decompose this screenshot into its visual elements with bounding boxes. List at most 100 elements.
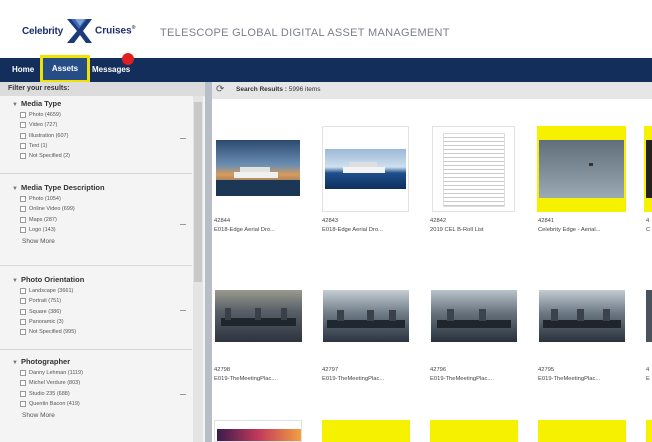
checkbox[interactable] [20, 196, 26, 203]
asset-name: E018-Edge Aerial Dro... [322, 227, 383, 233]
logo-text-left: Celebrity [22, 25, 63, 37]
asset-name: 2019 CEL B-Roll List [430, 227, 484, 233]
filter-option[interactable]: Michel Verdure (803) [0, 378, 192, 388]
filter-option[interactable]: Photo (1054) [0, 194, 192, 204]
meeting-room-image [327, 310, 405, 328]
caret-down-icon: ▼ [12, 360, 18, 366]
asset-thumbnail[interactable] [431, 290, 517, 342]
checkbox[interactable] [20, 227, 26, 234]
checkbox[interactable] [20, 153, 26, 160]
asset-id: 4 [646, 367, 650, 373]
checkbox[interactable] [20, 329, 26, 336]
refresh-icon[interactable]: ⟳ [216, 84, 224, 95]
filter-option[interactable]: Maps (287) [0, 215, 192, 225]
filter-option[interactable]: Online Video (699) [0, 204, 192, 214]
nav-home[interactable]: Home [12, 58, 34, 82]
asset-thumbnail[interactable] [216, 140, 300, 196]
filter-group-media-type-description: ▼ Media Type Description Photo (1054) Onl… [0, 182, 192, 266]
asset-name: E019-TheMeetingPlac... [322, 376, 385, 382]
filter-option[interactable]: Studio 235 (688) [0, 389, 192, 399]
celebrity-cruises-logo[interactable]: Celebrity Cruises® [22, 18, 135, 44]
document-preview [443, 133, 505, 207]
checkbox[interactable] [20, 370, 26, 377]
show-more-link[interactable]: Show More [0, 238, 192, 245]
logo-x-icon [67, 19, 92, 43]
asset-thumbnail[interactable] [646, 420, 652, 442]
caret-down-icon: ▼ [12, 102, 18, 108]
show-more-link[interactable]: Show More [0, 412, 192, 419]
collapse-icon[interactable] [180, 310, 186, 311]
filter-sidebar: Filter your results: ▼ Media Type Photo (… [0, 82, 205, 442]
nav-assets[interactable]: Assets [40, 55, 90, 83]
asset-thumbnail[interactable] [215, 290, 302, 342]
filter-group-title[interactable]: ▼ Media Type Description [0, 182, 192, 194]
filter-option[interactable]: Panoramic (3) [0, 317, 192, 327]
filter-option[interactable]: Landscape (3661) [0, 286, 192, 296]
asset-thumbnail[interactable] [214, 420, 302, 442]
meeting-room-image [437, 309, 511, 328]
filter-option[interactable]: Portrait (751) [0, 296, 192, 306]
panel-divider[interactable] [205, 82, 212, 442]
asset-thumbnail[interactable] [323, 290, 409, 342]
asset-thumbnail[interactable] [646, 290, 652, 342]
checkbox[interactable] [20, 390, 26, 397]
checkbox[interactable] [20, 319, 26, 326]
asset-thumbnail[interactable] [430, 420, 518, 442]
filter-option[interactable]: Not Specified (995) [0, 327, 192, 337]
filter-option[interactable]: Quentin Bacon (419) [0, 399, 192, 409]
event-image [217, 429, 301, 441]
filter-group-title[interactable]: ▼ Photographer [0, 356, 192, 368]
filter-option[interactable]: Video (727) [0, 120, 192, 130]
filter-group-title[interactable]: ▼ Media Type [0, 98, 192, 110]
checkbox[interactable] [20, 380, 26, 387]
asset-id: 42841 [538, 218, 555, 224]
filter-group-media-type: ▼ Media Type Photo (4659) Video (727) Ill… [0, 98, 192, 174]
meeting-room-image [543, 309, 621, 328]
checkbox[interactable] [20, 288, 26, 295]
filter-option[interactable]: Photo (4659) [0, 110, 192, 120]
filter-option[interactable]: Illustration (607) [0, 131, 192, 141]
asset-thumbnail[interactable] [538, 420, 626, 442]
app-header: Celebrity Cruises® TELESCOPE GLOBAL DIGI… [0, 0, 652, 58]
collapse-icon[interactable] [180, 394, 186, 395]
asset-id: 4 [646, 218, 650, 224]
filter-option[interactable]: Square (386) [0, 307, 192, 317]
checkbox[interactable] [20, 401, 26, 408]
filter-group-photo-orientation: ▼ Photo Orientation Landscape (3661) Port… [0, 274, 192, 350]
filter-option[interactable]: Danny Lehman (1119) [0, 368, 192, 378]
logo-text-right: Cruises® [95, 25, 136, 37]
asset-thumbnail[interactable] [539, 290, 625, 342]
checkbox[interactable] [20, 143, 26, 150]
asset-name: Celebrity Edge - Aerial... [538, 227, 601, 233]
filter-option[interactable]: Logo (143) [0, 225, 192, 235]
asset-id: 42842 [430, 218, 447, 224]
checkbox[interactable] [20, 308, 26, 315]
checkbox[interactable] [20, 298, 26, 305]
filter-group-photographer: ▼ Photographer Danny Lehman (1119) Michel… [0, 356, 192, 442]
asset-id: 42843 [322, 218, 339, 224]
asset-thumbnail[interactable] [432, 126, 515, 212]
sidebar-scrollbar[interactable] [193, 96, 203, 442]
checkbox[interactable] [20, 122, 26, 129]
collapse-icon[interactable] [180, 224, 186, 225]
filter-option[interactable]: Text (1) [0, 141, 192, 151]
filter-group-title[interactable]: ▼ Photo Orientation [0, 274, 192, 286]
asset-name: E019-TheMeetingPlac... [430, 376, 493, 382]
caret-down-icon: ▼ [12, 186, 18, 192]
filter-option[interactable]: Not Specified (2) [0, 151, 192, 161]
checkbox[interactable] [20, 112, 26, 119]
asset-id: 42844 [214, 218, 231, 224]
asset-id: 42795 [538, 367, 555, 373]
scrollbar-thumb[interactable] [194, 102, 202, 282]
collapse-icon[interactable] [180, 138, 186, 139]
results-bar: ⟳ Search Results : 5996 items [212, 82, 652, 99]
checkbox[interactable] [20, 132, 26, 139]
asset-thumbnail[interactable] [644, 126, 652, 212]
asset-name: E019-TheMeetingPlac... [538, 376, 601, 382]
asset-thumbnail[interactable] [322, 126, 409, 212]
checkbox[interactable] [20, 206, 26, 213]
meeting-room-image [221, 308, 296, 326]
asset-thumbnail[interactable] [537, 126, 626, 212]
checkbox[interactable] [20, 216, 26, 223]
asset-thumbnail[interactable] [322, 420, 410, 442]
